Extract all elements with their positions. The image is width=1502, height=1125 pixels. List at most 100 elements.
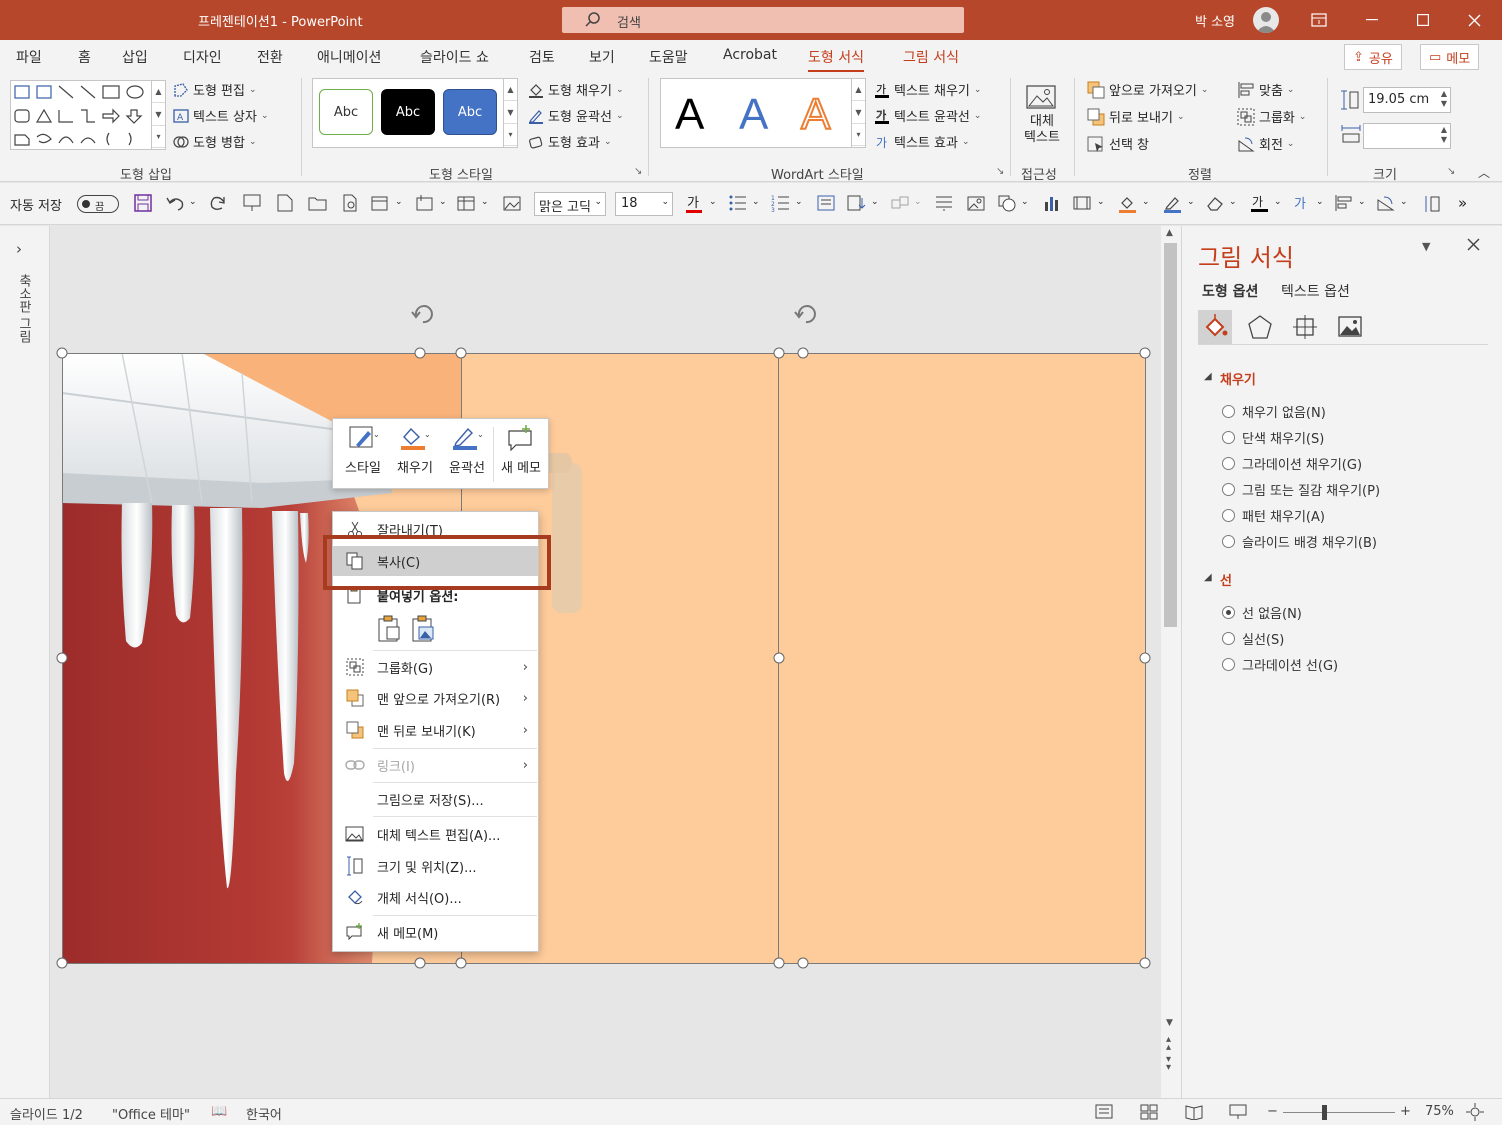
menu-item-group[interactable]: 그룹화(G) › — [333, 652, 538, 682]
shape-styles-gallery[interactable]: Abc Abc Abc ▲ ▼ ▾ — [312, 78, 518, 148]
align-text-icon[interactable] — [934, 194, 954, 214]
chevron-down-icon[interactable]: ⌄ — [1187, 197, 1195, 207]
line-section-header[interactable]: 선 — [1220, 570, 1232, 589]
ribbon-display-options-icon[interactable] — [1294, 0, 1344, 40]
open-folder-icon[interactable] — [308, 194, 328, 214]
rotate-handle-icon[interactable] — [410, 301, 436, 327]
mini-outline-button[interactable]: ⌄ 윤곽선 — [441, 425, 493, 483]
menu-item-save-as-picture[interactable]: 그림으로 저장(S)... — [333, 784, 538, 814]
columns-icon[interactable] — [816, 194, 836, 214]
menu-item-send-to-back[interactable]: 맨 뒤로 보내기(K) › — [333, 715, 538, 745]
fit-to-window-icon[interactable] — [1466, 1103, 1484, 1121]
shape-fill-button[interactable]: 도형 채우기 ⌄ — [528, 80, 623, 99]
scroll-up-icon[interactable]: ▲ — [1166, 228, 1173, 238]
accessibility-check-icon[interactable]: 📖 — [211, 1104, 227, 1119]
resize-handle[interactable] — [1139, 957, 1151, 969]
chevron-down-icon[interactable]: ⌄ — [439, 197, 447, 207]
tab-picture-format[interactable]: 그림 서식 — [903, 47, 959, 67]
chevron-down-icon[interactable]: ⌄ — [709, 197, 717, 207]
notes-icon[interactable] — [1095, 1104, 1113, 1120]
size-properties-icon[interactable] — [1292, 314, 1318, 340]
save-icon[interactable] — [134, 194, 154, 214]
line-option-none[interactable]: 선 없음(N) — [1222, 603, 1302, 622]
chevron-down-icon[interactable]: ⌄ — [1142, 197, 1150, 207]
thumbnails-label[interactable]: 축소판 그림 — [14, 274, 33, 343]
user-name[interactable]: 박 소영 — [1195, 11, 1235, 30]
wordart-gallery[interactable]: A A A ▲ ▼ ▾ — [660, 78, 866, 148]
picture-tab-icon[interactable] — [1337, 314, 1363, 340]
rotate-button[interactable]: 회전 ⌄ — [1237, 134, 1294, 153]
font-color-icon[interactable]: 가 — [685, 194, 705, 214]
menu-item-bring-to-front[interactable]: 맨 앞으로 가져오기(R) › — [333, 683, 538, 713]
chevron-down-icon[interactable]: ⌄ — [1021, 197, 1029, 207]
mini-style-button[interactable]: ⌄ 스타일 — [337, 425, 389, 483]
shape-style-outline[interactable]: Abc — [319, 89, 373, 135]
wordart-style-orange-outline[interactable]: A — [800, 92, 831, 138]
menu-item-link[interactable]: 링크(I) › — [333, 750, 538, 780]
resize-handle[interactable] — [414, 957, 426, 969]
shapes-gallery[interactable]: ▲ ▼ ▾ — [10, 80, 166, 150]
redo-icon[interactable] — [208, 194, 228, 214]
new-file-icon[interactable] — [277, 194, 297, 214]
zoom-slider[interactable] — [1283, 1112, 1395, 1113]
tab-acrobat[interactable]: Acrobat — [723, 47, 777, 63]
chart-icon[interactable] — [1042, 194, 1062, 214]
resize-handle[interactable] — [773, 652, 785, 664]
layout-icon[interactable] — [370, 194, 390, 214]
resize-handle[interactable] — [56, 957, 68, 969]
bullets-icon[interactable] — [728, 194, 748, 214]
shape-outline-button[interactable]: 도형 윤곽선 ⌄ — [528, 106, 623, 125]
avatar[interactable] — [1253, 7, 1279, 33]
shape-fill-icon[interactable] — [1118, 194, 1138, 214]
chevron-down-icon[interactable]: ⌄ — [1229, 197, 1237, 207]
dialog-launcher-icon[interactable]: ↘ — [1447, 166, 1455, 177]
reading-view-icon[interactable] — [1185, 1104, 1203, 1120]
eraser-icon[interactable] — [1205, 194, 1225, 214]
comments-button[interactable]: ▭ 메모 — [1420, 44, 1480, 70]
size-icon[interactable] — [1422, 194, 1442, 214]
slide[interactable] — [62, 353, 1145, 963]
chevron-down-icon[interactable]: ⌄ — [1274, 197, 1282, 207]
slide-counter[interactable]: 슬라이드 1/2 — [10, 1104, 83, 1123]
resize-handle[interactable] — [1139, 347, 1151, 359]
language[interactable]: 한국어 — [246, 1104, 282, 1123]
text-outline-button[interactable]: 가 텍스트 윤곽선 ⌄ — [874, 106, 981, 125]
zoom-in-icon[interactable]: + — [1400, 1104, 1411, 1119]
shape-style-blue[interactable]: Abc — [443, 89, 497, 135]
resize-handle[interactable] — [56, 347, 68, 359]
resize-handle[interactable] — [414, 347, 426, 359]
menu-item-edit-alt-text[interactable]: 대체 텍스트 편집(A)... — [333, 819, 538, 849]
chevron-down-icon[interactable]: ⌄ — [481, 197, 489, 207]
maximize-icon[interactable] — [1398, 0, 1448, 40]
group-button[interactable]: 그룹화 ⌄ — [1237, 107, 1306, 126]
slideshow-icon[interactable] — [1229, 1104, 1247, 1120]
font-name-select[interactable]: 맑은 고딕 ⌄ — [534, 192, 606, 216]
wordart-style-black[interactable]: A — [675, 93, 704, 137]
text-direction-icon[interactable] — [846, 194, 866, 214]
tab-file[interactable]: 파일 — [16, 47, 42, 67]
previous-slide-icon[interactable]: ▴ ▴ — [1166, 1035, 1171, 1053]
autosave-toggle[interactable]: 끔 — [77, 195, 119, 213]
collapse-ribbon-icon[interactable]: ︿ — [1478, 164, 1490, 181]
dialog-launcher-icon[interactable]: ↘ — [996, 166, 1004, 177]
resize-handle[interactable] — [455, 957, 467, 969]
picture-icon[interactable] — [502, 194, 522, 214]
chevron-down-icon[interactable]: ⌄ — [395, 197, 403, 207]
text-fill-button[interactable]: 가 텍스트 채우기 ⌄ — [874, 80, 981, 99]
numbering-icon[interactable]: 123 — [771, 194, 791, 214]
text-effects-icon[interactable]: 가 — [1292, 194, 1312, 214]
fill-option-solid[interactable]: 단색 채우기(S) — [1222, 428, 1324, 447]
tab-text-options[interactable]: 텍스트 옵션 — [1281, 281, 1350, 301]
align-objects-icon[interactable] — [1334, 194, 1354, 214]
chevron-down-icon[interactable]: ⌄ — [752, 197, 760, 207]
resize-handle[interactable] — [773, 347, 785, 359]
tab-design[interactable]: 디자인 — [183, 47, 222, 67]
shape-effects-button[interactable]: 도형 효과 ⌄ — [528, 132, 612, 151]
rotate-handle-icon[interactable] — [793, 301, 819, 327]
tab-home[interactable]: 홈 — [78, 47, 91, 67]
shapes-gallery-scroll[interactable]: ▲ ▼ ▾ — [151, 81, 165, 149]
height-spinner[interactable]: ▲ ▼ — [1441, 89, 1447, 109]
tab-insert[interactable]: 삽입 — [122, 47, 148, 67]
table-icon[interactable] — [456, 194, 476, 214]
video-icon[interactable] — [1072, 194, 1092, 214]
